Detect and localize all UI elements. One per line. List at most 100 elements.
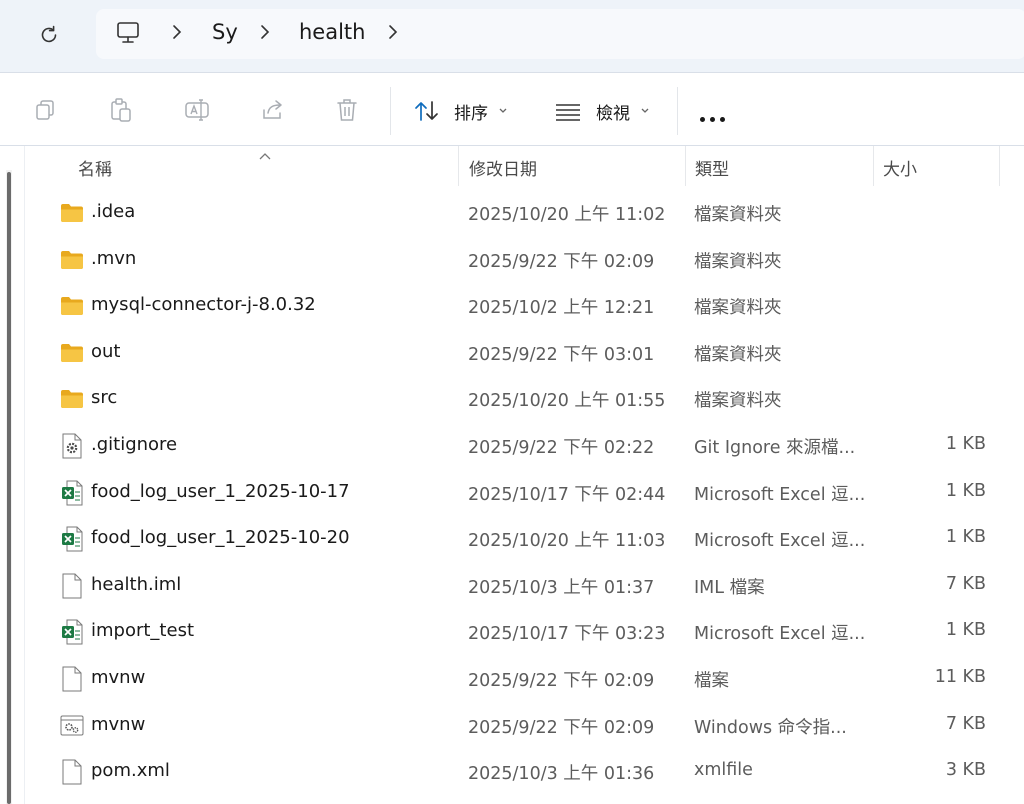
refresh-icon <box>41 25 57 43</box>
chevron-down-icon <box>499 108 507 113</box>
folder-icon <box>60 200 84 226</box>
file-icon <box>60 666 84 692</box>
column-size-label: 大小 <box>883 160 917 180</box>
file-icon <box>60 759 84 785</box>
share-icon <box>263 100 282 119</box>
breadcrumb-item-sy[interactable]: Sy <box>212 20 238 44</box>
chevron-right-icon[interactable] <box>172 24 182 44</box>
file-size: 7 KB <box>945 713 986 734</box>
file-date: 2025/10/3 上午 01:36 <box>468 764 655 785</box>
view-button[interactable]: 檢視 <box>554 96 650 126</box>
file-name: mvnw <box>91 713 146 735</box>
sort-icon <box>415 101 438 121</box>
file-type: 檔案 <box>694 671 729 691</box>
sort-button[interactable]: 排序 <box>414 96 508 126</box>
file-row[interactable]: out 2025/9/22 下午 03:01 檔案資料夾 <box>26 330 1016 376</box>
file-date: 2025/10/2 上午 12:21 <box>468 298 655 319</box>
folder-icon <box>60 386 84 412</box>
trash-icon <box>337 99 357 121</box>
view-label: 檢視 <box>596 103 630 124</box>
file-type: xmlfile <box>694 760 753 781</box>
chevron-right-icon[interactable] <box>388 24 398 44</box>
file-date: 2025/9/22 下午 02:09 <box>468 717 655 738</box>
column-header-type[interactable]: 類型 <box>686 146 873 186</box>
address-bar: Sy health <box>0 0 1024 72</box>
file-row[interactable]: food_log_user_1_2025-10-20 2025/10/20 上午 … <box>26 516 1016 562</box>
chevron-right-icon[interactable] <box>260 24 270 44</box>
delete-button[interactable] <box>332 95 362 125</box>
excel-icon <box>60 526 84 552</box>
excel-icon <box>60 480 84 506</box>
file-name: food_log_user_1_2025-10-17 <box>91 480 350 502</box>
column-header-date[interactable]: 修改日期 <box>459 146 685 186</box>
file-row[interactable]: mvnw 2025/9/22 下午 02:09 檔案 11 KB <box>26 656 1016 702</box>
file-size: 1 KB <box>945 480 986 501</box>
file-row[interactable]: food_log_user_1_2025-10-17 2025/10/17 下午 … <box>26 470 1016 516</box>
file-size: 3 KB <box>945 760 986 781</box>
breadcrumb[interactable]: Sy health <box>96 9 1024 59</box>
file-name: .mvn <box>91 247 137 269</box>
pane-edge <box>24 146 25 804</box>
column-type-label: 類型 <box>695 160 729 180</box>
file-name: health.iml <box>91 573 182 595</box>
toolbar-divider <box>390 87 391 135</box>
copy-button[interactable] <box>30 95 60 125</box>
file-row[interactable]: import_test 2025/10/17 下午 03:23 Microsoft … <box>26 609 1016 655</box>
file-name: pom.xml <box>91 760 170 782</box>
file-date: 2025/10/17 下午 02:44 <box>468 484 666 505</box>
file-type: IML 檔案 <box>694 577 765 598</box>
file-row[interactable]: mvnw 2025/9/22 下午 02:09 Windows 命令指... 7 KB <box>26 703 1016 749</box>
rename-button[interactable] <box>182 95 212 125</box>
file-name: out <box>91 340 121 362</box>
copy-icon <box>36 100 54 120</box>
file-size: 1 KB <box>945 620 986 641</box>
breadcrumb-item-health[interactable]: health <box>299 20 365 44</box>
file-row[interactable]: health.iml 2025/10/3 上午 01:37 IML 檔案 7 KB <box>26 563 1016 609</box>
sort-label: 排序 <box>454 103 488 124</box>
file-date: 2025/10/20 上午 11:02 <box>468 205 666 225</box>
file-date: 2025/9/22 下午 03:01 <box>468 344 655 365</box>
refresh-button[interactable] <box>30 17 68 53</box>
more-icon[interactable] <box>700 107 730 126</box>
file-date: 2025/9/22 下午 02:09 <box>468 251 655 272</box>
file-name: .gitignore <box>91 434 178 455</box>
file-row[interactable]: .mvn 2025/9/22 下午 02:09 檔案資料夾 <box>26 237 1016 283</box>
file-type: Git Ignore 來源檔... <box>694 438 856 458</box>
file-size: 1 KB <box>945 527 986 548</box>
file-size: 11 KB <box>934 667 986 687</box>
scrollbar-thumb[interactable] <box>7 172 11 804</box>
file-size: 7 KB <box>945 573 986 594</box>
file-row[interactable]: mysql-connector-j-8.0.32 2025/10/2 上午 12:… <box>26 283 1016 329</box>
file-name: .idea <box>91 201 136 222</box>
share-button[interactable] <box>258 95 288 125</box>
command-bar: 排序 檢視 <box>0 72 1024 146</box>
file-size: 1 KB <box>945 434 986 454</box>
column-header-name[interactable]: 名稱 <box>26 146 458 186</box>
column-name-label: 名稱 <box>78 160 112 180</box>
column-divider[interactable] <box>999 146 1000 186</box>
file-type: 檔案資料夾 <box>694 298 782 319</box>
file-row[interactable]: src 2025/10/20 上午 01:55 檔案資料夾 <box>26 376 1016 422</box>
file-type: 檔案資料夾 <box>694 391 782 412</box>
file-date: 2025/10/20 上午 11:03 <box>468 531 666 552</box>
folder-icon <box>60 293 84 319</box>
file-date: 2025/9/22 下午 02:09 <box>468 671 655 691</box>
cmd-file-icon <box>60 713 84 739</box>
toolbar-divider <box>677 87 678 135</box>
paste-button[interactable] <box>106 95 136 125</box>
file-type: Microsoft Excel 逗... <box>694 624 866 645</box>
chevron-down-icon <box>641 108 649 113</box>
folder-icon <box>60 340 84 366</box>
settings-file-icon <box>60 433 84 459</box>
column-header-size[interactable]: 大小 <box>874 146 1000 186</box>
file-row[interactable]: .gitignore 2025/9/22 下午 02:22 Git Ignore 來… <box>26 423 1016 469</box>
file-date: 2025/10/17 下午 03:23 <box>468 624 666 645</box>
view-icon <box>556 104 580 121</box>
file-date: 2025/9/22 下午 02:22 <box>468 438 655 458</box>
file-type: 檔案資料夾 <box>694 251 782 272</box>
file-row[interactable]: .idea 2025/10/20 上午 11:02 檔案資料夾 <box>26 190 1016 236</box>
file-type: 檔案資料夾 <box>694 205 782 225</box>
file-row[interactable]: pom.xml 2025/10/3 上午 01:36 xmlfile 3 KB <box>26 749 1016 795</box>
file-icon <box>60 573 84 599</box>
computer-icon[interactable] <box>116 21 142 49</box>
